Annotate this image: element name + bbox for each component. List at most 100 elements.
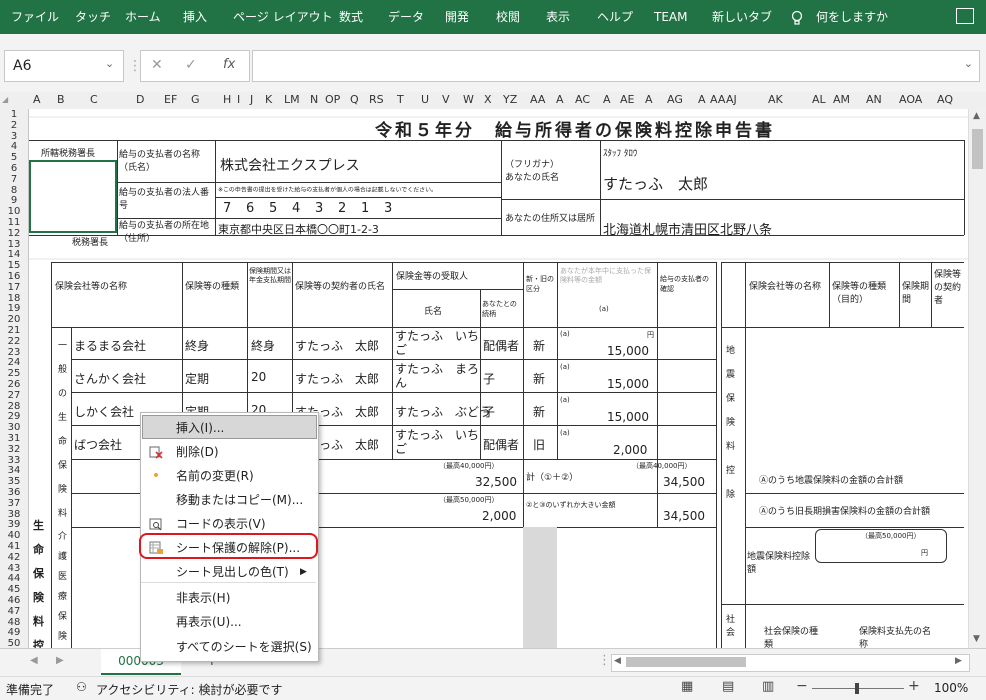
select-all-icon[interactable]: ◢ (2, 95, 8, 104)
column-header-cell[interactable]: I (237, 93, 240, 106)
selected-cell-a6[interactable] (29, 160, 117, 233)
row-header-cell[interactable]: 25 (3, 369, 25, 379)
column-header-cell[interactable]: J (250, 93, 253, 106)
next-sheet-icon[interactable]: ▶ (56, 655, 64, 666)
row-header-cell[interactable]: 2 (3, 120, 25, 131)
row-header-cell[interactable]: 38 (3, 509, 25, 520)
column-header-cell[interactable]: T (397, 93, 404, 106)
enter-icon[interactable]: ✓ (185, 57, 197, 73)
row-header-cell[interactable]: 46 (3, 596, 25, 606)
tab-touch[interactable]: タッチ (75, 0, 111, 34)
menu-item-rename[interactable]: • 名前の変更(R) (142, 464, 317, 488)
row-header-cell[interactable]: 19 (3, 304, 25, 314)
row-header-cell[interactable]: 28 (3, 401, 25, 412)
row-header-cell[interactable]: 13 (3, 239, 25, 250)
column-header-cell[interactable]: AQ (937, 93, 953, 106)
row-header-cell[interactable]: 33 (3, 455, 25, 466)
tab-view[interactable]: 表示 (546, 0, 570, 34)
row-header-cell[interactable]: 10 (3, 207, 25, 217)
cancel-icon[interactable]: ✕ (151, 57, 163, 73)
accessibility-icon[interactable]: ⚇ (76, 680, 87, 694)
column-header-cell[interactable]: B (57, 93, 65, 106)
menu-item-hide[interactable]: 非表示(H) (142, 586, 317, 610)
row-header-cell[interactable]: 1 (3, 110, 25, 120)
column-header-cell[interactable]: Q (350, 93, 359, 106)
tab-split-icon[interactable]: ⋮ (598, 653, 611, 668)
column-header-cell[interactable]: V (442, 93, 450, 106)
menu-item-delete[interactable]: 削除(D) (142, 440, 317, 464)
menu-item-unhide[interactable]: 再表示(U)... (142, 610, 317, 634)
column-header-cell[interactable]: X (484, 93, 492, 106)
row-header-cell[interactable]: 30 (3, 423, 25, 433)
row-header-cell[interactable]: 35 (3, 477, 25, 487)
column-header-cell[interactable]: AE (620, 93, 634, 106)
row-header-cell[interactable]: 11 (3, 218, 25, 228)
row-header-cell[interactable]: 37 (3, 498, 25, 509)
formula-input[interactable]: ⌄ (252, 50, 980, 82)
column-header-cell[interactable]: W (463, 93, 474, 106)
column-header-cell[interactable]: AC (575, 93, 590, 106)
zoom-slider-thumb[interactable] (855, 683, 859, 694)
row-header-cell[interactable]: 45 (3, 585, 25, 595)
row-header-cell[interactable]: 5 (3, 153, 25, 163)
menu-item-move-copy[interactable]: 移動またはコピー(M)... (142, 488, 317, 512)
normal-view-icon[interactable]: ▦ (681, 679, 693, 694)
column-header-cell[interactable]: RS (369, 93, 384, 106)
ribbon-display-options-icon[interactable] (956, 8, 974, 24)
tab-new-tab[interactable]: 新しいタブ (712, 0, 772, 34)
column-header-cell[interactable]: EF (164, 93, 177, 106)
horizontal-scrollbar[interactable]: ◀ ▶ (611, 654, 970, 672)
scroll-thumb[interactable] (972, 129, 983, 169)
column-header-cell[interactable]: AG (667, 93, 683, 106)
column-header-cell[interactable]: OP (325, 93, 340, 106)
tell-me-search[interactable]: 何をしますか (816, 0, 888, 34)
row-header-cell[interactable]: 21 (3, 326, 25, 336)
row-header-cell[interactable]: 22 (3, 336, 25, 347)
tab-formulas[interactable]: 数式 (339, 0, 363, 34)
chevron-down-icon[interactable]: ⌄ (105, 57, 114, 70)
row-header-cell[interactable]: 36 (3, 488, 25, 498)
column-header-cell[interactable]: C (90, 93, 98, 106)
tab-page-layout[interactable]: ページ レイアウト (233, 0, 333, 34)
column-header-cell[interactable]: AL (812, 93, 826, 106)
accessibility-status[interactable]: アクセシビリティ: 検討が必要です (96, 681, 283, 698)
insert-function-icon[interactable]: fx (223, 57, 235, 72)
row-header-cell[interactable]: 44 (3, 574, 25, 584)
expand-formula-icon[interactable]: ⌄ (964, 57, 973, 70)
row-header-cell[interactable]: 29 (3, 412, 25, 422)
column-header-cell[interactable]: A (603, 93, 611, 106)
column-header-cell[interactable]: AA (530, 93, 545, 106)
row-header-cell[interactable]: 42 (3, 552, 25, 563)
column-header-cell[interactable]: A (645, 93, 653, 106)
row-header-cell[interactable]: 31 (3, 434, 25, 444)
column-header-cell[interactable]: AA (710, 93, 725, 106)
tab-review[interactable]: 校閲 (496, 0, 520, 34)
row-header-cell[interactable]: 9 (3, 196, 25, 206)
column-header-cell[interactable]: D (136, 93, 144, 106)
column-header-cell[interactable]: A (698, 93, 706, 106)
column-header-cell[interactable]: N (310, 93, 318, 106)
row-header-cell[interactable]: 6 (3, 164, 25, 174)
column-header-cell[interactable]: H (223, 93, 231, 106)
row-header-cell[interactable]: 14 (3, 250, 25, 260)
scroll-left-icon[interactable]: ◀ (614, 656, 621, 666)
tab-help[interactable]: ヘルプ (597, 0, 633, 34)
scroll-down-icon[interactable]: ▼ (973, 634, 980, 644)
row-header-cell[interactable]: 24 (3, 358, 25, 368)
tab-file[interactable]: ファイル (11, 0, 59, 34)
row-header-cell[interactable]: 43 (3, 563, 25, 574)
prev-sheet-icon[interactable]: ◀ (30, 655, 38, 666)
row-header-cell[interactable]: 34 (3, 466, 25, 476)
column-header-cell[interactable]: AK (768, 93, 783, 106)
column-header-cell[interactable]: LM (284, 93, 300, 106)
row-header-cell[interactable]: 17 (3, 282, 25, 293)
column-header-cell[interactable]: A (33, 93, 41, 106)
row-header-cell[interactable]: 27 (3, 390, 25, 401)
row-header-cell[interactable]: 12 (3, 228, 25, 239)
tab-developer[interactable]: 開発 (445, 0, 469, 34)
vertical-scrollbar[interactable]: ▲ ▼ (968, 109, 986, 648)
row-header-cell[interactable]: 48 (3, 617, 25, 628)
page-break-view-icon[interactable]: ▥ (762, 679, 774, 694)
tab-insert[interactable]: 挿入 (183, 0, 207, 34)
tab-team[interactable]: TEAM (654, 0, 687, 34)
